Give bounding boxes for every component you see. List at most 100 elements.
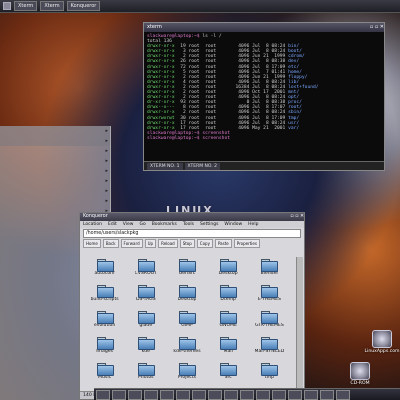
folder-item[interactable]: Blender [249, 257, 290, 283]
chevron-right-icon: ▸ [105, 178, 108, 184]
toolbar-button[interactable]: Paste [214, 239, 232, 248]
folder-item[interactable]: evolution [84, 309, 125, 335]
toolbar-button[interactable]: Home [83, 239, 101, 248]
taskbar-button[interactable] [96, 389, 110, 400]
file-manager-titlebar[interactable]: Konqueror ▫ ▫ ✕ [80, 213, 304, 221]
task-button-1[interactable]: Xterm [14, 1, 38, 11]
vertical-scrollbar[interactable] [296, 257, 303, 389]
settings-row[interactable] [0, 145, 110, 146]
taskbar-button[interactable] [224, 389, 238, 400]
folder-icon [178, 337, 196, 350]
folder-item[interactable]: DS-TAGS [125, 283, 166, 309]
menu-item[interactable]: Settings [200, 221, 218, 228]
folder-item[interactable]: Images [84, 335, 125, 361]
folder-item[interactable]: tmp [249, 361, 290, 387]
terminal-output[interactable]: slackware@laptop:~$ ls -l / total 136 drwx… [144, 32, 384, 164]
taskbar-button[interactable] [208, 389, 222, 400]
terminal-titlebar[interactable]: xterm ▫ ▫ ✕ [144, 23, 384, 32]
folder-item[interactable]: CVSROOT [125, 257, 166, 283]
folder-item[interactable]: kde-themes [166, 335, 207, 361]
task-button-3[interactable]: Konqueror [66, 1, 101, 11]
taskbar-button[interactable] [288, 389, 302, 400]
folder-item[interactable]: Dtemp [208, 283, 249, 309]
toolbar-button[interactable]: Properties [233, 239, 260, 248]
menu-item[interactable]: View [123, 221, 134, 228]
folder-icon [96, 337, 114, 350]
menu-item[interactable]: Location [83, 221, 102, 228]
toolbar-button[interactable]: Up [144, 239, 157, 248]
file-manager-window[interactable]: Konqueror ▫ ▫ ✕ Location Edit View Go Bookma… [79, 212, 305, 400]
folder-icon [137, 259, 155, 272]
menu-item[interactable]: Edit [108, 221, 117, 228]
menu-item[interactable]: Go [139, 221, 145, 228]
folder-item[interactable]: build-scripts [84, 283, 125, 309]
taskbar-button[interactable] [256, 389, 270, 400]
chevron-right-icon: ▸ [105, 188, 108, 194]
taskbar-button[interactable] [320, 389, 334, 400]
toolbar-button[interactable]: Back [102, 239, 119, 248]
location-field[interactable]: /home/users/slackpkg [83, 229, 301, 238]
taskbar-button[interactable] [336, 389, 350, 400]
taskbar-button[interactable] [128, 389, 142, 400]
folder-item[interactable]: GNOME [208, 309, 249, 335]
taskbar-button[interactable] [144, 389, 158, 400]
terminal-tab-2[interactable]: XTERM NO. 2 [184, 162, 220, 170]
folder-item[interactable]: Mail [208, 335, 249, 361]
folder-item[interactable]: GIMP [166, 309, 207, 335]
folder-icon [261, 363, 279, 376]
toolbar-button[interactable]: Forward [120, 239, 143, 248]
folder-icon [178, 363, 196, 376]
folder-icon [137, 285, 155, 298]
folder-icon [220, 285, 238, 298]
taskbar-button[interactable] [240, 389, 254, 400]
bottom-taskbar [94, 388, 400, 400]
menu-item[interactable]: Tools [183, 221, 194, 228]
folder-icon [137, 363, 155, 376]
folder-icon [261, 337, 279, 350]
taskbar-button[interactable] [112, 389, 126, 400]
terminal-tab-1[interactable]: XTERM NO. 1 [147, 162, 183, 170]
folder-item[interactable]: Mail-SYNCED [249, 335, 290, 361]
folder-item[interactable]: Photos [125, 361, 166, 387]
desktop-icon[interactable]: LinuxApps.com [362, 330, 400, 354]
chevron-right-icon: ▸ [105, 158, 108, 164]
toolbar-button[interactable]: Stop [179, 239, 195, 248]
folder-item[interactable]: glade [125, 309, 166, 335]
folder-item[interactable]: GTK-THEMES [249, 309, 290, 335]
folder-item[interactable]: Projects [166, 361, 207, 387]
top-panel: Xterm Xterm Konqueror [0, 0, 400, 13]
desktop-icon[interactable]: CD-ROM [340, 362, 380, 386]
window-controls[interactable]: ▫ ▫ ✕ [370, 23, 384, 32]
menu-icon[interactable] [3, 2, 11, 10]
folder-item[interactable]: GenSrc [166, 257, 207, 283]
folder-icon [137, 337, 155, 350]
chevron-right-icon: ▸ [105, 168, 108, 174]
folder-item[interactable]: Desktop [208, 257, 249, 283]
folder-icon [178, 285, 196, 298]
desktop-icon-label: LinuxApps.com [364, 349, 400, 354]
folder-item[interactable]: Desktop [166, 283, 207, 309]
folder-item[interactable]: autoconf [84, 257, 125, 283]
terminal-window[interactable]: xterm ▫ ▫ ✕ slackware@laptop:~$ ls -l / t… [143, 22, 385, 171]
toolbar-button[interactable]: Copy [196, 239, 213, 248]
menu-item[interactable]: Window [224, 221, 242, 228]
file-manager-title: Konqueror [83, 214, 108, 219]
task-button-2[interactable]: Xterm [40, 1, 64, 11]
taskbar-button[interactable] [176, 389, 190, 400]
folder-icon [220, 259, 238, 272]
taskbar-button[interactable] [304, 389, 318, 400]
folder-item[interactable]: Src [208, 361, 249, 387]
folder-item[interactable]: Music [84, 361, 125, 387]
menu-item[interactable]: Bookmarks [152, 221, 177, 228]
taskbar-button[interactable] [160, 389, 174, 400]
toolbar-button[interactable]: Reload [158, 239, 178, 248]
taskbar-button[interactable] [272, 389, 286, 400]
folder-item[interactable]: kde [125, 335, 166, 361]
window-controls[interactable]: ▫ ▫ ✕ [290, 213, 304, 221]
terminal-tabs: XTERM NO. 1 XTERM NO. 2 [144, 161, 384, 170]
folder-icon [220, 337, 238, 350]
menu-item[interactable]: Help [248, 221, 258, 228]
terminal-command-line: slackware@laptop:~$ screenshot [147, 135, 230, 141]
taskbar-button[interactable] [192, 389, 206, 400]
folder-item[interactable]: E-THEMES [249, 283, 290, 309]
